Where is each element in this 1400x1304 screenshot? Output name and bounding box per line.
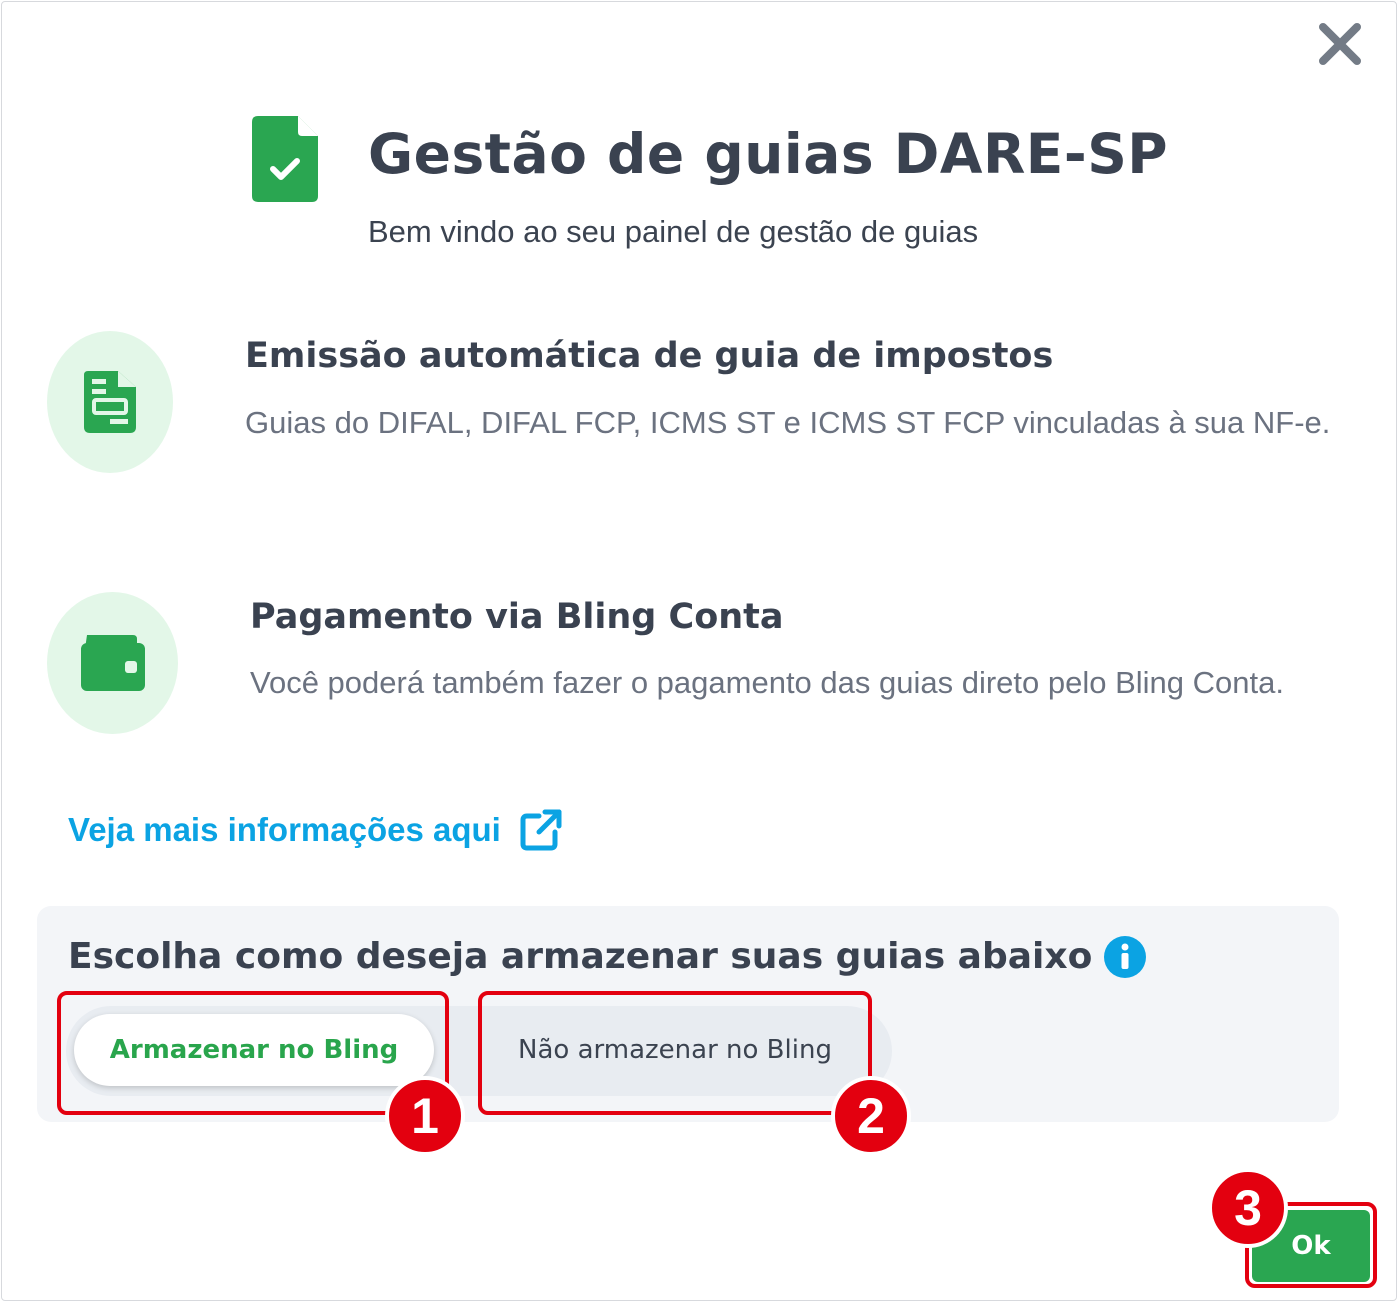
feature-description: Você poderá também fazer o pagamento das… xyxy=(250,665,1284,700)
wallet-icon xyxy=(80,635,145,691)
dialog-title: Gestão de guias DARE-SP xyxy=(368,122,1169,186)
dialog-subtitle: Bem vindo ao seu painel de gestão de gui… xyxy=(368,214,979,249)
feature-icon-circle xyxy=(47,331,173,473)
receipt-icon xyxy=(84,371,136,433)
external-link-icon xyxy=(520,809,562,851)
info-icon[interactable] xyxy=(1104,936,1146,978)
more-info-label: Veja mais informações aqui xyxy=(68,811,501,848)
annotation-badge: 3 xyxy=(1208,1168,1288,1248)
feature-icon-circle xyxy=(47,592,178,734)
feature-description: Guias do DIFAL, DIFAL FCP, ICMS ST e ICM… xyxy=(245,405,1331,440)
feature-title: Emissão automática de guia de impostos xyxy=(245,336,1054,376)
storage-title: Escolha como deseja armazenar suas guias… xyxy=(68,936,1093,977)
close-icon[interactable] xyxy=(1314,18,1366,70)
annotation-badge: 2 xyxy=(831,1076,911,1156)
annotation-box xyxy=(478,991,872,1115)
document-check-icon xyxy=(252,116,318,202)
feature-title: Pagamento via Bling Conta xyxy=(250,597,784,637)
annotation-badge: 1 xyxy=(385,1076,465,1156)
more-info-link[interactable]: Veja mais informações aqui xyxy=(68,808,563,852)
